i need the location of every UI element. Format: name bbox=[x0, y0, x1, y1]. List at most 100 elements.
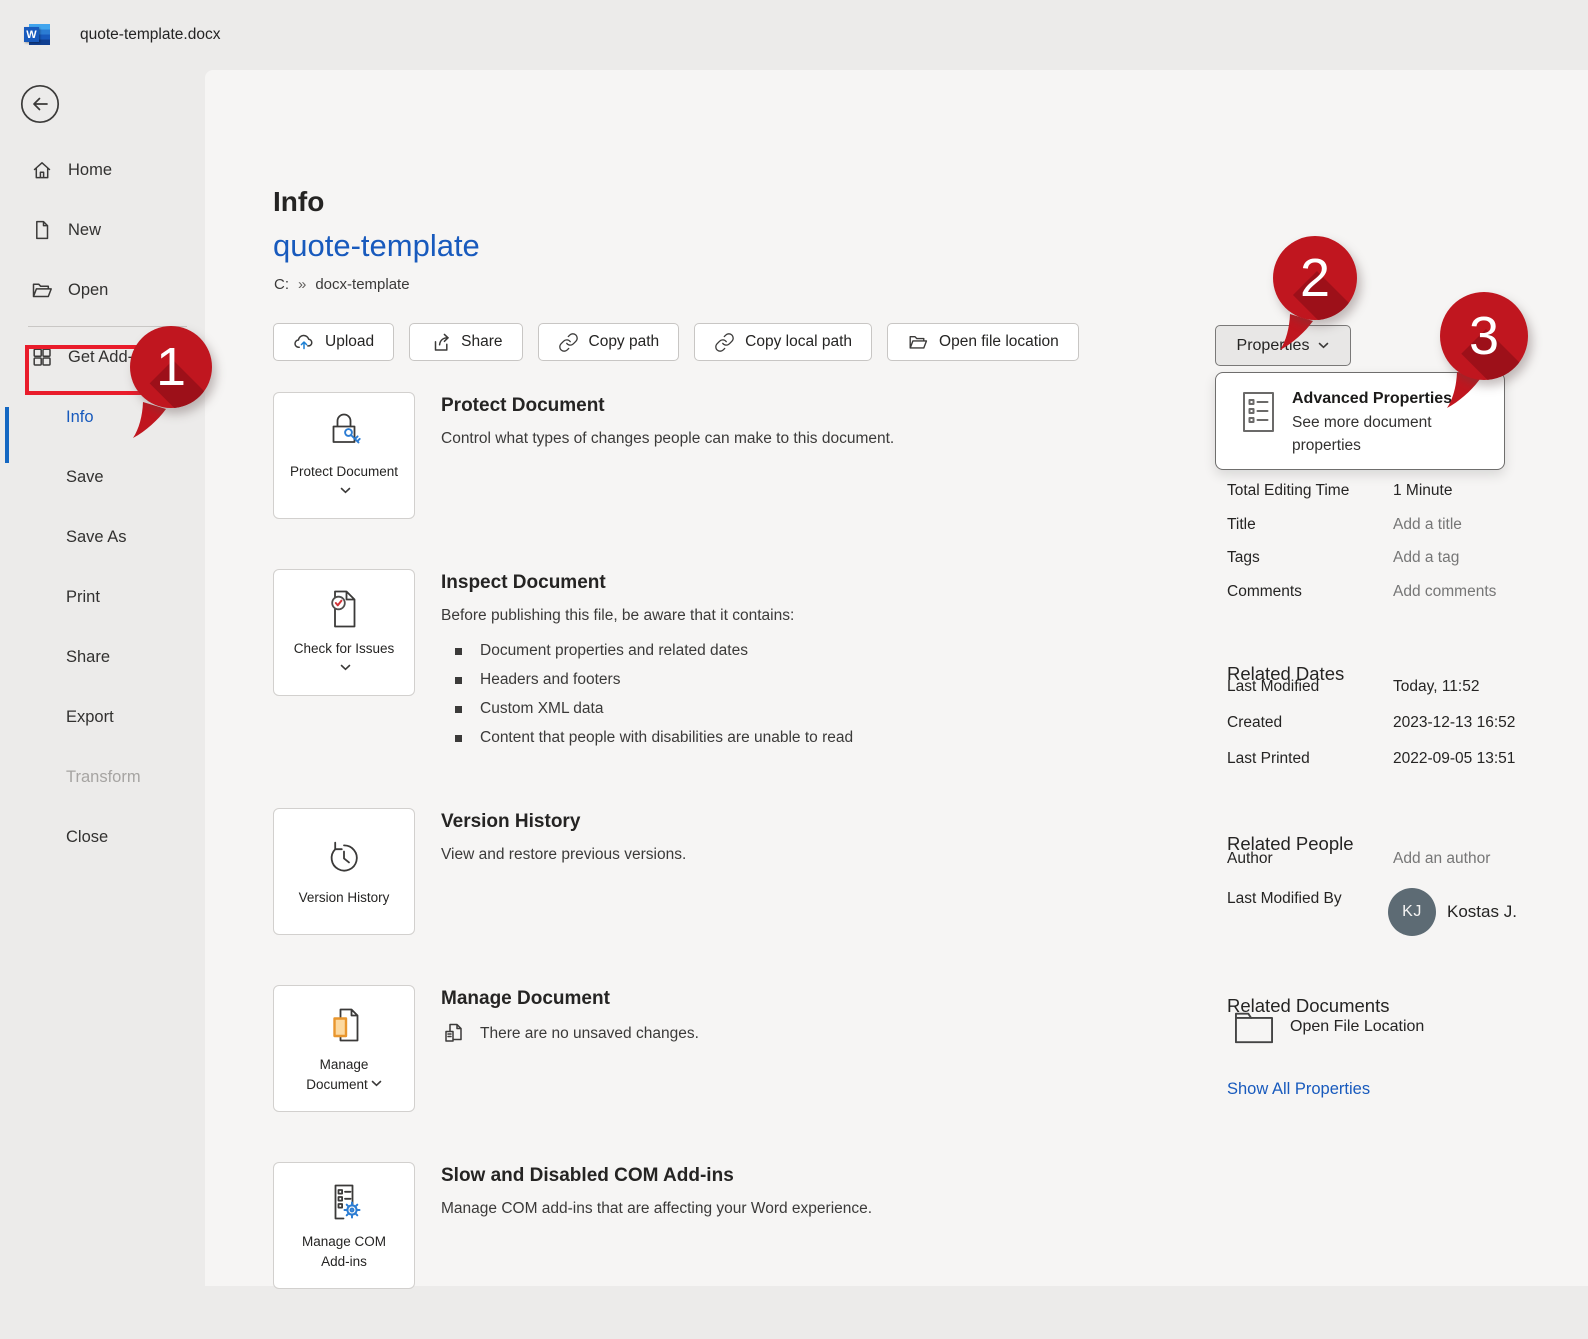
add-comments-field[interactable]: Add comments bbox=[1393, 583, 1496, 601]
copy-local-path-button[interactable]: Copy local path bbox=[694, 323, 873, 361]
com-add-ins-gear-icon bbox=[334, 1184, 361, 1220]
property-label: Last Printed bbox=[1227, 750, 1310, 767]
upload-button[interactable]: Upload bbox=[273, 323, 395, 361]
sidebar-item-transform: Transform bbox=[0, 753, 205, 801]
manage-com-add-ins-button[interactable]: Manage COM Add-ins bbox=[273, 1162, 415, 1290]
word-app-icon: W bbox=[22, 21, 52, 49]
inspect-finding-item: Custom XML data bbox=[455, 700, 853, 718]
last-modified-by-name: Kostas J. bbox=[1447, 902, 1517, 921]
property-label: Tags bbox=[1227, 549, 1260, 566]
sidebar-item-label: Print bbox=[66, 587, 100, 606]
section-text: Manage Document There are no unsaved cha… bbox=[441, 985, 699, 1112]
inspect-findings-list: Document properties and related dates He… bbox=[441, 642, 853, 747]
sidebar-nav: Home New Open Get Add-ins Info Save Save… bbox=[0, 146, 205, 873]
check-for-issues-dropdown-button[interactable]: Check for Issues bbox=[273, 569, 415, 696]
property-label: Title bbox=[1227, 516, 1256, 533]
button-label: Open file location bbox=[939, 333, 1059, 350]
sidebar-item-share[interactable]: Share bbox=[0, 633, 205, 681]
add-tag-field[interactable]: Add a tag bbox=[1393, 549, 1459, 567]
sidebar-item-label: Save As bbox=[66, 527, 127, 546]
section-description: Before publishing this file, be aware th… bbox=[441, 607, 795, 624]
property-value: Today, 11:52 bbox=[1393, 678, 1480, 695]
section-text: Slow and Disabled COM Add-ins Manage COM… bbox=[441, 1162, 872, 1289]
section-manage-document: Manage Document Manage Document There ar… bbox=[273, 985, 1153, 1113]
square-bullet-icon bbox=[455, 677, 462, 685]
square-bullet-icon bbox=[455, 706, 462, 714]
breadcrumb-drive: C: bbox=[274, 276, 289, 293]
sidebar-item-print[interactable]: Print bbox=[0, 573, 205, 621]
version-history-icon bbox=[330, 842, 358, 872]
avatar[interactable]: KJ bbox=[1388, 888, 1436, 936]
upload-cloud-icon bbox=[294, 334, 313, 350]
sidebar-item-new[interactable]: New bbox=[0, 206, 205, 254]
property-row-created: Created 2023-12-13 16:52 bbox=[1227, 714, 1588, 732]
copy-path-button[interactable]: Copy path bbox=[537, 323, 680, 361]
share-icon bbox=[434, 333, 449, 351]
document-title: quote-template bbox=[273, 228, 480, 263]
breadcrumb-folder: docx-template bbox=[315, 276, 410, 293]
page-title: Info bbox=[273, 185, 325, 217]
breadcrumb-separator-icon: » bbox=[298, 276, 307, 293]
section-description: Manage COM add-ins that are affecting yo… bbox=[441, 1200, 873, 1218]
folder-icon bbox=[1235, 1012, 1273, 1044]
property-label: Created bbox=[1227, 714, 1283, 731]
callout-3: 3 bbox=[1440, 292, 1528, 408]
chevron-down-icon bbox=[340, 487, 351, 494]
section-version-history: Version History Version History View and… bbox=[273, 808, 1153, 936]
chevron-down-icon bbox=[1319, 342, 1329, 349]
sidebar-item-export[interactable]: Export bbox=[0, 693, 205, 741]
sidebar-item-label: Open bbox=[68, 280, 109, 299]
sidebar-item-save[interactable]: Save bbox=[0, 453, 205, 501]
sidebar-item-label: Save bbox=[66, 467, 104, 486]
version-history-button[interactable]: Version History bbox=[273, 808, 415, 936]
card-label: Protect Document bbox=[288, 462, 400, 503]
callout-1: 1 bbox=[130, 326, 212, 438]
property-row-last-printed: Last Printed 2022-09-05 13:51 bbox=[1227, 750, 1588, 768]
back-button[interactable] bbox=[20, 84, 60, 124]
manage-document-dropdown-button[interactable]: Manage Document bbox=[273, 985, 415, 1113]
square-bullet-icon bbox=[455, 735, 462, 743]
card-label: Check for Issues bbox=[288, 639, 400, 680]
sidebar-item-open[interactable]: Open bbox=[0, 266, 205, 314]
property-label: Comments bbox=[1227, 583, 1302, 600]
sidebar-item-label: Transform bbox=[66, 767, 141, 786]
section-description: View and restore previous versions. bbox=[441, 846, 687, 864]
protect-document-dropdown-button[interactable]: Protect Document bbox=[273, 392, 415, 519]
section-com-add-ins: Manage COM Add-ins Slow and Disabled COM… bbox=[273, 1162, 1153, 1290]
document-properties-list-icon bbox=[1243, 392, 1274, 432]
home-icon bbox=[33, 162, 51, 179]
inspect-finding-item: Document properties and related dates bbox=[455, 642, 853, 660]
square-bullet-icon bbox=[455, 648, 462, 656]
property-label: Author bbox=[1227, 850, 1273, 867]
sidebar-item-label: New bbox=[68, 220, 102, 239]
open-folder-icon bbox=[32, 283, 52, 298]
property-value: 2022-09-05 13:51 bbox=[1393, 750, 1516, 767]
sidebar-item-close[interactable]: Close bbox=[0, 813, 205, 861]
property-row-total-editing-time: Total Editing Time 1 Minute bbox=[1227, 482, 1588, 500]
open-file-location-link[interactable]: Open File Location bbox=[1231, 1008, 1424, 1046]
breadcrumb: C: » docx-template bbox=[274, 276, 410, 293]
sidebar-item-label: Close bbox=[66, 827, 109, 846]
share-button[interactable]: Share bbox=[409, 323, 523, 361]
inspect-finding-item: Headers and footers bbox=[455, 671, 853, 689]
sidebar-item-save-as[interactable]: Save As bbox=[0, 513, 205, 561]
add-title-field[interactable]: Add a title bbox=[1393, 516, 1462, 534]
info-sections: Protect Document Protect Document Contro… bbox=[273, 392, 1153, 1339]
section-description: Control what types of changes people can… bbox=[441, 430, 895, 447]
sidebar-item-home[interactable]: Home bbox=[0, 146, 205, 194]
inspect-finding-item: Content that people with disabilities ar… bbox=[455, 729, 853, 747]
add-author-field[interactable]: Add an author bbox=[1393, 850, 1490, 868]
section-title: Inspect Document bbox=[441, 572, 606, 593]
back-arrow-icon bbox=[20, 84, 60, 124]
open-file-location-button[interactable]: Open file location bbox=[887, 323, 1079, 361]
section-protect-document: Protect Document Protect Document Contro… bbox=[273, 392, 1153, 519]
link-icon bbox=[558, 332, 578, 352]
open-file-location-label: Open File Location bbox=[1290, 1018, 1425, 1035]
unsaved-changes-status: There are no unsaved changes. bbox=[441, 1021, 699, 1047]
card-label: Manage COM Add-ins bbox=[301, 1234, 387, 1270]
sidebar-item-label: Info bbox=[66, 407, 94, 426]
callout-number: 1 bbox=[155, 337, 187, 397]
show-all-properties-link[interactable]: Show All Properties bbox=[1227, 1080, 1370, 1099]
new-document-icon bbox=[36, 220, 49, 240]
section-title: Version History bbox=[441, 811, 581, 833]
